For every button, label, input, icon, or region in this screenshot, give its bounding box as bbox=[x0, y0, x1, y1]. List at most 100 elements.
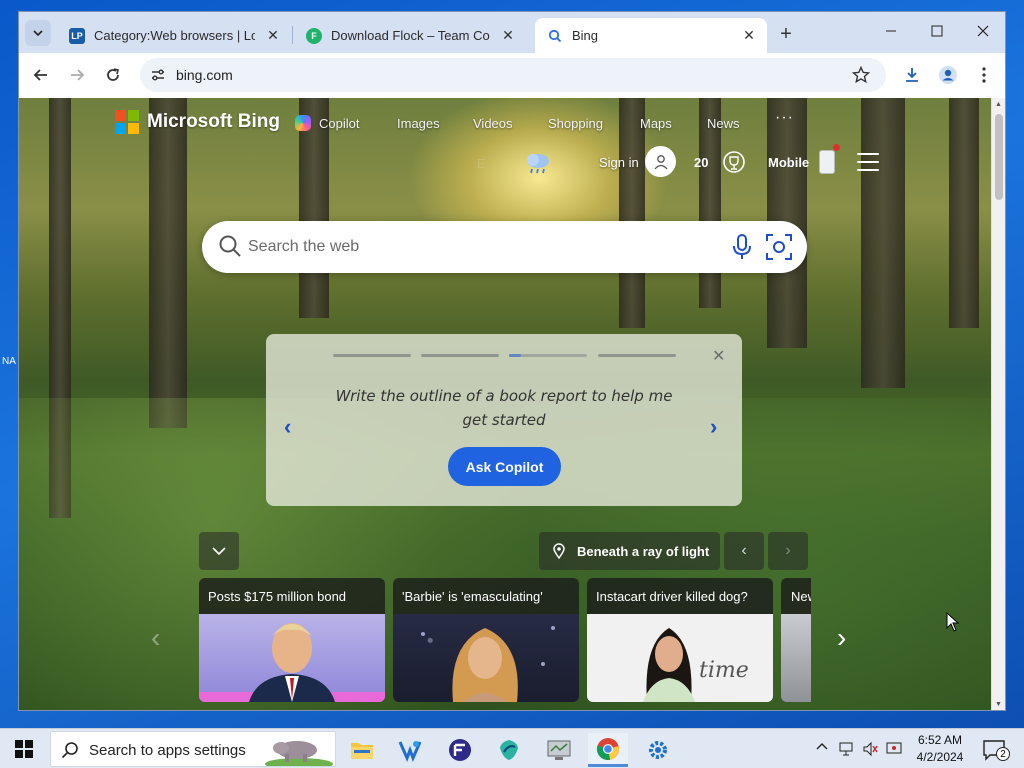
download-icon bbox=[906, 68, 918, 82]
tab-bing[interactable]: Bing ✕ bbox=[535, 18, 767, 53]
settings-menu-button[interactable] bbox=[857, 153, 879, 171]
arrow-right-icon bbox=[71, 69, 85, 81]
dance-app-icon bbox=[398, 741, 422, 762]
rewards-points[interactable]: 20 bbox=[694, 155, 708, 170]
cloud-rain-icon[interactable] bbox=[523, 150, 553, 176]
address-bar[interactable]: bing.com bbox=[140, 58, 886, 92]
search-icon bbox=[219, 235, 241, 257]
chevron-left-icon[interactable]: ‹ bbox=[284, 414, 291, 440]
reload-button[interactable] bbox=[99, 61, 127, 89]
taskbar-search-box[interactable]: Search to apps settings bbox=[50, 731, 336, 767]
scroll-thumb[interactable] bbox=[995, 114, 1003, 200]
browser-menu-button[interactable] bbox=[970, 61, 998, 89]
copilot-suggestion-card: ✕ ‹ Write the outline of a book report t… bbox=[266, 334, 742, 506]
taskbar-app-monitor[interactable] bbox=[539, 733, 579, 767]
microsoft-logo-icon bbox=[115, 110, 139, 134]
more-vertical-icon bbox=[982, 67, 986, 83]
downloads-button[interactable] bbox=[898, 61, 926, 89]
taskbar-app-shield[interactable] bbox=[489, 733, 529, 767]
reload-icon bbox=[107, 68, 119, 81]
close-window-button[interactable] bbox=[961, 16, 1005, 46]
notification-center-button[interactable]: 2 bbox=[982, 739, 1010, 766]
phone-icon[interactable] bbox=[819, 150, 835, 174]
chevron-left-icon[interactable]: ‹ bbox=[151, 622, 160, 654]
sign-in-link[interactable]: Sign in bbox=[599, 155, 639, 170]
carousel-step[interactable] bbox=[421, 354, 499, 357]
news-card[interactable]: Instacart driver killed dog? time bbox=[587, 578, 773, 702]
nav-images[interactable]: Images bbox=[397, 116, 440, 131]
tab-search-button[interactable] bbox=[25, 20, 51, 46]
tab-strip: LP Category:Web browsers | Logopedia ✕ F… bbox=[19, 12, 1005, 53]
tab-logopedia[interactable]: LP Category:Web browsers | Logopedia ✕ bbox=[57, 18, 291, 53]
nav-news[interactable]: News bbox=[707, 116, 740, 131]
chevron-right-icon[interactable]: › bbox=[837, 622, 846, 654]
new-tab-button[interactable]: + bbox=[774, 22, 798, 46]
search-icon bbox=[61, 742, 78, 759]
nav-more-button[interactable]: ··· bbox=[775, 109, 794, 127]
windows-logo-icon bbox=[15, 740, 33, 758]
taskbar-app-settings[interactable] bbox=[638, 733, 678, 767]
nav-maps[interactable]: Maps bbox=[640, 116, 672, 131]
flock-favicon-icon: F bbox=[306, 27, 322, 44]
search-box[interactable] bbox=[202, 221, 807, 273]
taskbar-file-explorer[interactable] bbox=[342, 733, 382, 767]
taskbar-chrome[interactable] bbox=[588, 733, 628, 767]
search-input[interactable] bbox=[248, 231, 708, 263]
profile-button[interactable] bbox=[934, 61, 962, 89]
forward-button[interactable] bbox=[63, 61, 91, 89]
mobile-link[interactable]: Mobile bbox=[768, 155, 809, 170]
tree-trunk bbox=[299, 98, 329, 318]
news-headline: Instacart driver killed dog? bbox=[587, 578, 773, 614]
maximize-button[interactable] bbox=[915, 16, 959, 46]
trophy-icon[interactable] bbox=[723, 150, 745, 174]
microphone-icon[interactable] bbox=[732, 234, 752, 260]
carousel-step[interactable] bbox=[598, 354, 676, 357]
clock-time: 6:52 AM bbox=[917, 733, 963, 747]
close-tab-icon[interactable]: ✕ bbox=[739, 26, 759, 46]
taskbar-app-dance[interactable] bbox=[390, 733, 430, 767]
chevron-right-icon[interactable]: › bbox=[710, 414, 717, 440]
user-avatar[interactable] bbox=[645, 146, 676, 177]
scroll-up-icon[interactable]: ▲ bbox=[995, 101, 1002, 108]
display-icon[interactable] bbox=[886, 741, 902, 757]
system-clock[interactable]: 6:52 AM 4/2/2024 bbox=[908, 732, 972, 766]
tree-trunk bbox=[949, 98, 979, 328]
page-scrollbar[interactable]: ▲ ▼ bbox=[991, 98, 1005, 710]
start-button[interactable] bbox=[0, 729, 48, 768]
site-info-icon[interactable] bbox=[151, 68, 165, 82]
next-image-button[interactable]: › bbox=[768, 532, 808, 570]
image-info-button[interactable]: Beneath a ray of light bbox=[539, 532, 720, 570]
news-card[interactable]: New bbox=[781, 578, 811, 702]
shield-app-icon bbox=[500, 740, 518, 760]
close-tab-icon[interactable]: ✕ bbox=[263, 26, 283, 46]
maximize-icon bbox=[931, 25, 943, 37]
news-card[interactable]: Posts $175 million bond bbox=[199, 578, 385, 702]
nav-shopping[interactable]: Shopping bbox=[548, 116, 603, 131]
gear-app-icon bbox=[649, 741, 667, 759]
ask-copilot-button[interactable]: Ask Copilot bbox=[448, 447, 561, 486]
bing-logo[interactable]: Microsoft Bing bbox=[115, 110, 280, 134]
bookmark-star-icon[interactable] bbox=[852, 66, 870, 84]
chevron-up-icon[interactable] bbox=[816, 741, 828, 753]
close-icon[interactable]: ✕ bbox=[712, 346, 725, 366]
bing-homepage: Microsoft Bing Copilot Images Videos Sho… bbox=[19, 98, 991, 710]
nav-videos[interactable]: Videos bbox=[473, 116, 513, 131]
volume-muted-icon[interactable] bbox=[862, 741, 878, 757]
news-headline: Posts $175 million bond bbox=[199, 578, 385, 614]
news-headline: New bbox=[781, 578, 811, 614]
close-tab-icon[interactable]: ✕ bbox=[498, 26, 518, 46]
visual-search-icon[interactable] bbox=[765, 233, 793, 261]
taskbar-app-flock[interactable] bbox=[440, 733, 480, 767]
network-icon[interactable] bbox=[838, 741, 854, 757]
scroll-down-icon[interactable]: ▼ bbox=[995, 701, 1002, 708]
news-card[interactable]: 'Barbie' is 'emasculating' bbox=[393, 578, 579, 702]
carousel-step-active[interactable] bbox=[509, 354, 587, 357]
temperature-fragment: E bbox=[477, 156, 486, 171]
back-button[interactable] bbox=[27, 61, 55, 89]
carousel-step[interactable] bbox=[333, 354, 411, 357]
nav-copilot[interactable]: Copilot bbox=[319, 116, 359, 131]
previous-image-button[interactable]: ‹ bbox=[724, 532, 764, 570]
minimize-button[interactable] bbox=[869, 16, 913, 46]
tab-flock[interactable]: F Download Flock – Team Communication ✕ bbox=[294, 18, 526, 53]
collapse-feed-button[interactable] bbox=[199, 532, 239, 570]
